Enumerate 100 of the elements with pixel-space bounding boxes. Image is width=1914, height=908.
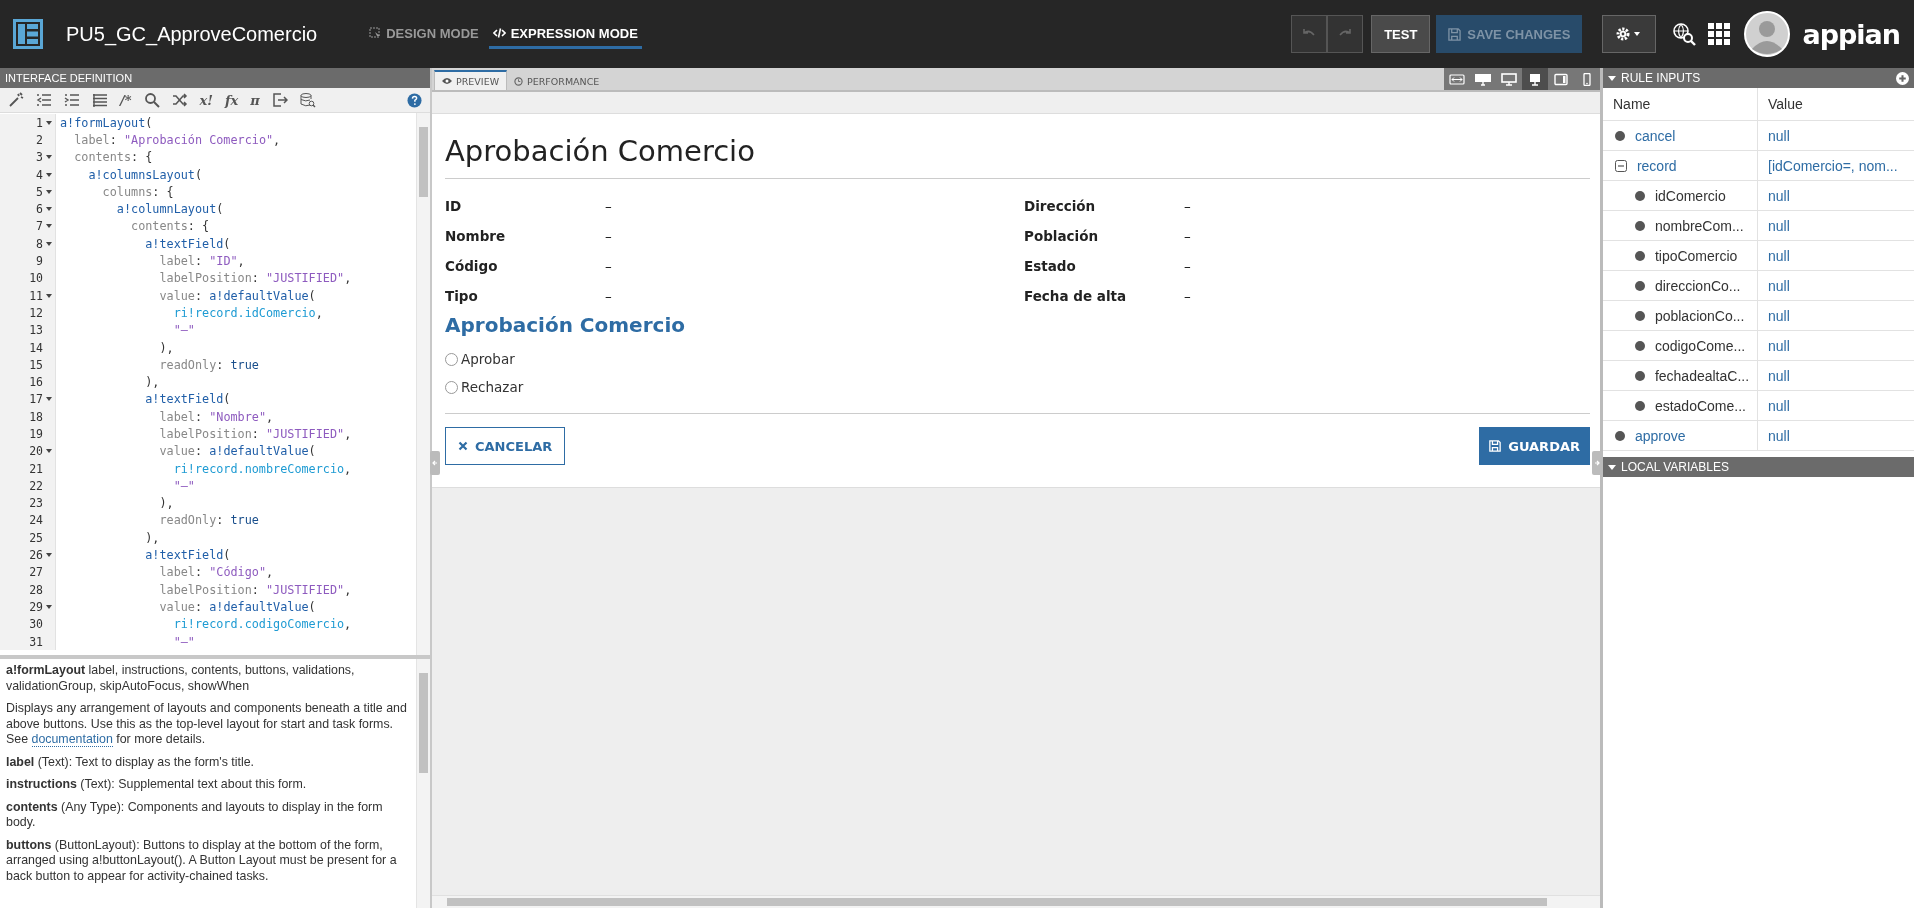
shuffle-icon[interactable] xyxy=(171,92,188,108)
rule-input-name[interactable]: fechadealtaC... xyxy=(1654,368,1750,385)
fold-arrow-icon[interactable] xyxy=(46,397,52,402)
scrollbar[interactable] xyxy=(416,659,430,908)
fold-arrow-icon[interactable] xyxy=(46,207,52,212)
field-value: – xyxy=(1184,258,1191,274)
device-size-button[interactable] xyxy=(1522,68,1548,90)
globe-search-icon[interactable] xyxy=(1672,22,1697,46)
code-line: label: "Código", xyxy=(158,565,274,580)
database-icon[interactable] xyxy=(299,92,316,108)
code-line: labelPosition: "JUSTIFIED", xyxy=(158,427,352,441)
fold-arrow-icon[interactable] xyxy=(46,120,52,125)
rule-input-value[interactable]: null xyxy=(1768,397,1790,414)
rule-input-value[interactable]: null xyxy=(1768,307,1790,324)
toolbar-button[interactable]: fx xyxy=(225,92,239,108)
line-number: 3 xyxy=(36,150,43,165)
wand-icon[interactable] xyxy=(8,92,24,108)
line-number: 6 xyxy=(36,202,43,217)
documentation-link[interactable]: documentation xyxy=(31,732,113,747)
rule-input-value[interactable]: null xyxy=(1768,247,1790,264)
line-number: 29 xyxy=(29,599,43,614)
rule-input-name[interactable]: poblacionCo... xyxy=(1654,308,1745,325)
rule-input-value[interactable]: null xyxy=(1768,187,1790,204)
avatar-icon[interactable] xyxy=(1744,11,1791,57)
radio-option[interactable]: Aprobar xyxy=(445,345,515,373)
indent-icon[interactable] xyxy=(64,92,80,108)
rule-input-name[interactable]: record xyxy=(1636,158,1677,175)
fold-arrow-icon[interactable] xyxy=(46,172,52,177)
preview-tab[interactable]: PREVIEW xyxy=(434,70,508,90)
rule-input-value[interactable]: null xyxy=(1768,127,1790,144)
rule-input-name[interactable]: estadoCome... xyxy=(1654,398,1746,415)
fold-arrow-icon[interactable] xyxy=(46,155,52,160)
line-number: 28 xyxy=(29,582,43,597)
rule-input-value[interactable]: null xyxy=(1768,337,1790,354)
field-value: – xyxy=(605,288,612,304)
apps-grid-icon[interactable] xyxy=(1708,23,1731,45)
field-label: Estado xyxy=(1024,258,1077,274)
radio-label: Rechazar xyxy=(461,379,524,395)
add-icon[interactable] xyxy=(1896,71,1909,85)
export-icon[interactable] xyxy=(271,92,288,108)
search-icon[interactable] xyxy=(143,92,160,108)
line-number: 17 xyxy=(29,392,43,407)
rule-input-value[interactable]: null xyxy=(1768,367,1790,384)
line-number: 20 xyxy=(29,444,43,459)
line-number: 23 xyxy=(29,496,43,511)
rule-input-name[interactable]: nombreCom... xyxy=(1654,218,1744,235)
collapse-arrow-icon[interactable] xyxy=(1608,464,1616,470)
toolbar-button[interactable]: /* xyxy=(120,92,132,108)
line-number: 18 xyxy=(29,409,43,424)
code-line: ), xyxy=(144,375,160,390)
rule-input-name[interactable]: direccionCo... xyxy=(1654,278,1741,295)
collapse-icon[interactable] xyxy=(1615,160,1627,173)
scrollbar[interactable] xyxy=(416,113,430,655)
line-number: 27 xyxy=(29,565,43,580)
field-value: – xyxy=(1184,228,1191,244)
code-line: "–" xyxy=(172,478,195,493)
help-icon[interactable] xyxy=(407,92,422,108)
rule-input-name[interactable]: cancel xyxy=(1634,128,1676,145)
mode-tab[interactable]: EXPRESSION MODE xyxy=(488,19,642,49)
fold-arrow-icon[interactable] xyxy=(46,241,52,246)
rule-input-value[interactable]: null xyxy=(1768,427,1790,444)
collapse-arrow-icon[interactable] xyxy=(1608,75,1616,81)
save-button[interactable]: GUARDAR xyxy=(1479,427,1590,465)
rule-input-value[interactable]: null xyxy=(1768,217,1790,234)
outdent-icon[interactable] xyxy=(36,92,52,108)
line-number: 1 xyxy=(36,115,43,130)
cancel-button[interactable]: CANCELAR xyxy=(445,427,566,465)
close-icon xyxy=(458,441,468,451)
form-title: Aprobación Comercio xyxy=(445,134,1590,179)
list-icon[interactable] xyxy=(92,92,108,108)
code-line: "–" xyxy=(172,634,195,649)
rule-input-name[interactable]: approve xyxy=(1634,428,1686,445)
rule-input-value[interactable]: null xyxy=(1768,277,1790,294)
fold-arrow-icon[interactable] xyxy=(46,449,52,454)
code-line: label: "Nombre", xyxy=(158,409,274,424)
code-line: label: "Aprobación Comercio", xyxy=(73,132,281,147)
fold-arrow-icon[interactable] xyxy=(46,604,52,609)
rule-input-name[interactable]: idComercio xyxy=(1654,188,1726,205)
line-number: 5 xyxy=(36,184,43,199)
code-line: ), xyxy=(158,340,174,355)
rule-input-name[interactable]: tipoComercio xyxy=(1654,248,1738,265)
mode-tab[interactable]: DESIGN MODE xyxy=(365,19,483,49)
toolbar-button[interactable]: π xyxy=(250,92,260,108)
toolbar-button[interactable]: x! xyxy=(199,92,213,108)
rule-input-name[interactable]: codigoCome... xyxy=(1654,338,1746,355)
fold-arrow-icon[interactable] xyxy=(46,553,52,558)
line-number: 16 xyxy=(29,375,43,390)
radio-option[interactable]: Rechazar xyxy=(445,373,524,401)
fold-arrow-icon[interactable] xyxy=(46,189,52,194)
rule-input-value[interactable]: [idComercio=, nom... xyxy=(1768,157,1898,174)
line-number: 22 xyxy=(29,478,43,493)
test-button[interactable]: TEST xyxy=(1371,15,1431,53)
column-header: Name xyxy=(1603,88,1758,121)
code-line: labelPosition: "JUSTIFIED", xyxy=(158,582,352,597)
line-number: 31 xyxy=(29,634,43,649)
code-line: label: "ID", xyxy=(158,254,245,268)
fold-arrow-icon[interactable] xyxy=(46,293,52,298)
settings-button[interactable] xyxy=(1602,15,1657,53)
scrollbar[interactable] xyxy=(432,895,1600,908)
fold-arrow-icon[interactable] xyxy=(46,224,52,229)
